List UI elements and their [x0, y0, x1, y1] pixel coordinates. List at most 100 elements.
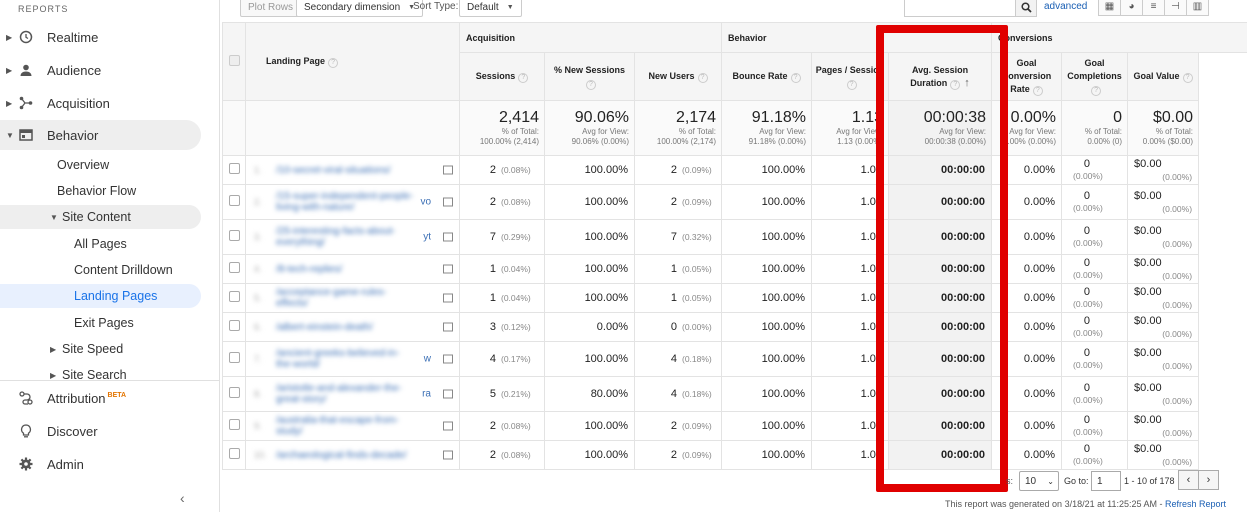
- bar-view-icon[interactable]: ≡: [1142, 0, 1165, 16]
- help-icon[interactable]: ?: [697, 73, 708, 83]
- table-row[interactable]: 4. /8-tech-replies/1 (0.04%) 100.00% 1 (0.05%…: [222, 254, 1247, 284]
- nav-overview[interactable]: Overview: [0, 153, 220, 177]
- external-link-icon[interactable]: [443, 165, 453, 175]
- nav-content-drilldown[interactable]: Content Drilldown: [0, 258, 220, 282]
- landing-page-link[interactable]: /8-tech-replies/: [276, 264, 416, 275]
- landing-page-link[interactable]: /25-interesting-facts-about-everything/: [276, 226, 416, 248]
- sessions-header[interactable]: Sessions?: [459, 52, 545, 101]
- help-icon[interactable]: ?: [1182, 73, 1193, 83]
- table-row[interactable]: 6./albert-einstein-death/3 (0.12%) 0.00% 0(…: [222, 312, 1247, 342]
- pivot-view-icon[interactable]: ▥: [1186, 0, 1209, 16]
- landing-page-link-clipped[interactable]: vo: [420, 197, 431, 208]
- row-checkbox[interactable]: [228, 230, 240, 241]
- plot-rows-button[interactable]: Plot Rows: [240, 0, 302, 17]
- search-icon[interactable]: [1015, 0, 1037, 17]
- table-row[interactable]: 8. /aristotle-and-alexander-the-great-sto…: [222, 376, 1247, 412]
- refresh-report-link[interactable]: Refresh Report: [1165, 499, 1226, 509]
- avg-session-duration-header[interactable]: Avg. Session Duration? ↑: [888, 52, 993, 101]
- help-icon[interactable]: ?: [950, 79, 961, 90]
- external-link-icon[interactable]: [443, 421, 453, 431]
- table-row[interactable]: 2. /15-super-independent-people-living-wi…: [222, 184, 1247, 220]
- external-link-icon[interactable]: [443, 450, 453, 460]
- table-row[interactable]: 1. /10-secret-viral-situations/2 (0.08%) 10…: [222, 155, 1247, 185]
- landing-page-link[interactable]: /archaeological-finds-decade/: [276, 450, 416, 461]
- landing-page-link[interactable]: /albert-einstein-death/: [276, 322, 416, 333]
- row-checkbox[interactable]: [228, 387, 240, 398]
- landing-page-header[interactable]: Landing Page?: [245, 22, 460, 101]
- pie-view-icon[interactable]: ◕: [1120, 0, 1143, 16]
- nav-label: Attribution: [47, 390, 106, 406]
- row-checkbox[interactable]: [228, 291, 240, 302]
- external-link-icon[interactable]: [443, 264, 453, 274]
- help-icon[interactable]: ?: [518, 73, 529, 83]
- pages-session-header[interactable]: Pages / Session?: [811, 52, 890, 101]
- row-checkbox[interactable]: [228, 195, 240, 206]
- goal-value-header[interactable]: Goal Value?: [1127, 52, 1200, 101]
- nav-all-pages[interactable]: All Pages: [0, 232, 220, 256]
- table-body: 1./10-secret-viral-situations/2 (0.08%) 10…: [222, 155, 1247, 470]
- table-row[interactable]: 5. /acceptance-game-rules-effects/1 (0.04%…: [222, 283, 1247, 313]
- nav-behavior-flow[interactable]: Behavior Flow: [0, 179, 220, 203]
- new-sessions-header[interactable]: % New Sessions?: [544, 52, 635, 101]
- rows-per-page-select[interactable]: 10 ⌄: [1019, 471, 1059, 491]
- landing-page-link-clipped[interactable]: w: [424, 354, 431, 365]
- row-checkbox[interactable]: [228, 262, 240, 273]
- nav-behavior[interactable]: ▼ Behavior: [0, 120, 201, 150]
- nav-discover[interactable]: Discover: [0, 416, 220, 446]
- nav-realtime[interactable]: ▶ Realtime: [0, 22, 220, 52]
- external-link-icon[interactable]: [443, 232, 453, 242]
- help-icon[interactable]: ?: [790, 73, 801, 83]
- landing-page-link-clipped[interactable]: yt: [423, 232, 431, 243]
- select-all-checkbox[interactable]: [229, 55, 240, 66]
- nav-landing-pages[interactable]: Landing Pages: [0, 284, 201, 308]
- nav-exit-pages[interactable]: Exit Pages: [0, 311, 220, 335]
- external-link-icon[interactable]: [443, 197, 453, 207]
- advanced-filter-link[interactable]: advanced: [1044, 1, 1087, 12]
- collapse-sidebar-icon[interactable]: ‹: [180, 490, 185, 506]
- sort-arrow-icon[interactable]: ↑: [964, 77, 970, 89]
- table-row[interactable]: 10. /archaeological-finds-decade/2 (0.08%)…: [222, 440, 1247, 470]
- goto-page-input[interactable]: 1: [1091, 471, 1121, 491]
- landing-page-link[interactable]: /ancient-greeks-believed-in-the-world/: [276, 348, 416, 370]
- nav-audience[interactable]: ▶ Audience: [0, 55, 220, 85]
- table-row[interactable]: 7. /ancient-greeks-believed-in-the-world/…: [222, 341, 1247, 377]
- external-link-icon[interactable]: [443, 354, 453, 364]
- row-checkbox[interactable]: [228, 320, 240, 331]
- landing-page-link[interactable]: /acceptance-game-rules-effects/: [276, 287, 416, 309]
- table-view-icon[interactable]: ▦: [1098, 0, 1121, 16]
- landing-page-link[interactable]: /15-super-independent-people-living-with…: [276, 191, 416, 213]
- secondary-dimension-dropdown[interactable]: Secondary dimension ▼: [296, 0, 424, 17]
- goal-conversion-header[interactable]: Goal Conversion Rate?: [991, 52, 1063, 101]
- nav-site-content[interactable]: ▼ Site Content: [0, 205, 201, 229]
- landing-page-link-clipped[interactable]: ra: [422, 389, 431, 400]
- help-icon[interactable]: ?: [328, 57, 339, 68]
- total-sub: Avg for View:: [1009, 127, 1057, 136]
- external-link-icon[interactable]: [443, 322, 453, 332]
- external-link-icon[interactable]: [443, 389, 453, 399]
- landing-page-link[interactable]: /australia-that-escape-from-study/: [276, 415, 416, 437]
- nav-site-speed[interactable]: ▶ Site Speed: [0, 337, 220, 361]
- table-search-input[interactable]: [904, 0, 1016, 17]
- external-link-icon[interactable]: [443, 293, 453, 303]
- sort-type-dropdown[interactable]: Default ▼: [459, 0, 522, 17]
- table-row[interactable]: 3. /25-interesting-facts-about-everything…: [222, 219, 1247, 255]
- landing-page-link[interactable]: /10-secret-viral-situations/: [276, 165, 416, 176]
- row-checkbox[interactable]: [228, 448, 240, 459]
- help-icon[interactable]: ?: [1032, 86, 1043, 96]
- landing-page-link[interactable]: /aristotle-and-alexander-the-great-story…: [276, 383, 416, 405]
- row-checkbox[interactable]: [228, 163, 240, 174]
- help-icon[interactable]: ?: [1091, 86, 1102, 96]
- prev-page-icon[interactable]: ‹: [1178, 470, 1199, 490]
- bounce-rate-header[interactable]: Bounce Rate?: [721, 52, 813, 101]
- nav-acquisition[interactable]: ▶ Acquisition: [0, 88, 220, 118]
- goal-completions-header[interactable]: Goal Completions?: [1061, 52, 1129, 101]
- nav-attribution[interactable]: Attribution BETA: [0, 383, 220, 413]
- help-icon[interactable]: ?: [846, 79, 857, 90]
- row-checkbox[interactable]: [228, 419, 240, 430]
- table-row[interactable]: 9. /australia-that-escape-from-study/2 (0.…: [222, 411, 1247, 441]
- row-checkbox[interactable]: [228, 352, 240, 363]
- comparison-view-icon[interactable]: ⊣: [1164, 0, 1187, 16]
- new-users-header[interactable]: New Users?: [633, 52, 723, 101]
- next-page-icon[interactable]: ›: [1198, 470, 1219, 490]
- help-icon[interactable]: ?: [586, 79, 596, 90]
